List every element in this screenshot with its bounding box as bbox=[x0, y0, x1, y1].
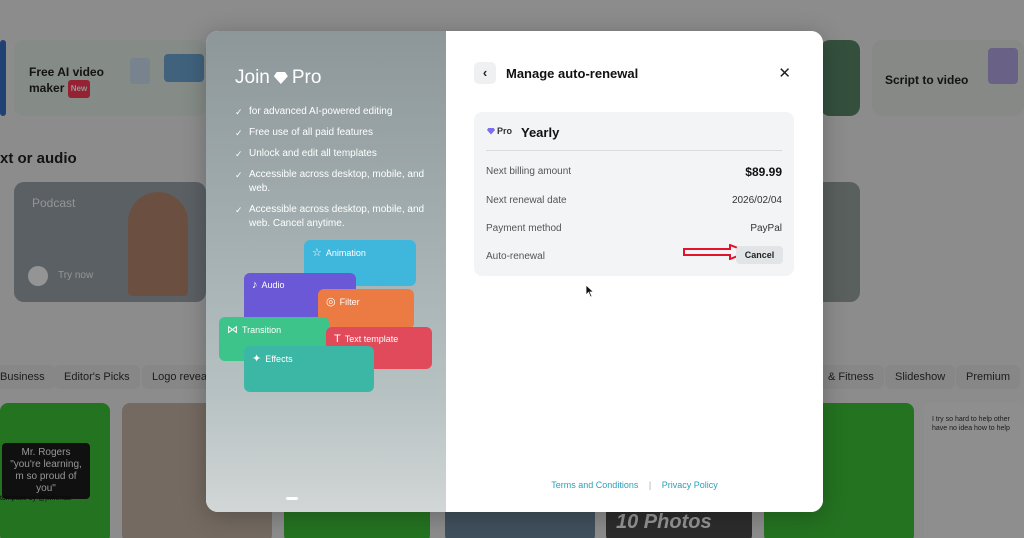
check-icon: ✓ bbox=[235, 149, 243, 159]
billing-amount-label: Next billing amount bbox=[486, 166, 572, 177]
renewal-date-value: 2026/02/04 bbox=[731, 195, 782, 206]
close-icon: ✕ bbox=[778, 65, 791, 82]
pro-badge: Pro bbox=[487, 126, 512, 136]
feature-item: ✓ Free use of all paid features bbox=[235, 127, 373, 138]
modal-footer: Terms and Conditions | Privacy Policy bbox=[446, 480, 823, 490]
auto-renewal-label: Auto-renewal bbox=[486, 251, 545, 262]
transition-icon: ⋈ bbox=[227, 324, 238, 336]
billing-amount-value: $89.99 bbox=[745, 165, 782, 179]
animation-icon: ☆ bbox=[312, 247, 322, 259]
divider bbox=[486, 150, 782, 151]
sparkle-icon: ✦ bbox=[252, 353, 262, 365]
join-label: Join bbox=[235, 67, 270, 88]
modal-title: Manage auto-renewal bbox=[506, 66, 639, 81]
payment-method-label: Payment method bbox=[486, 223, 562, 234]
tile-effects: ✦ Effects bbox=[244, 346, 374, 392]
manage-panel: ‹ Manage auto-renewal ✕ Pro Yearly Next … bbox=[446, 31, 823, 512]
diamond-icon bbox=[487, 127, 495, 135]
feature-item: ✓ Accessible across desktop, mobile, and … bbox=[235, 169, 425, 194]
filter-icon: ◎ bbox=[326, 296, 336, 308]
pro-promo-panel: Join Pro ✓ for advanced AI-powered editin… bbox=[206, 31, 446, 512]
check-icon: ✓ bbox=[235, 128, 243, 138]
feature-item: ✓ Unlock and edit all templates bbox=[235, 148, 377, 159]
close-button[interactable]: ✕ bbox=[778, 64, 791, 82]
check-icon: ✓ bbox=[235, 205, 243, 215]
chevron-left-icon: ‹ bbox=[482, 65, 488, 80]
pro-label: Pro bbox=[291, 67, 322, 88]
mouse-cursor-icon bbox=[585, 284, 595, 298]
feature-item: ✓ Accessible across desktop, mobile, and … bbox=[235, 204, 425, 229]
cancel-auto-renewal-button[interactable]: Cancel bbox=[736, 246, 783, 264]
back-button[interactable]: ‹ bbox=[474, 62, 496, 84]
subscription-details: Pro Yearly Next billing amount $89.99 Ne… bbox=[474, 112, 794, 276]
payment-method-value: PayPal bbox=[750, 223, 782, 234]
music-icon: ♪ bbox=[252, 279, 258, 291]
join-pro-heading: Join Pro bbox=[235, 67, 321, 89]
terms-link[interactable]: Terms and Conditions bbox=[551, 480, 638, 490]
carousel-indicator[interactable] bbox=[286, 497, 298, 500]
footer-separator: | bbox=[648, 480, 652, 490]
renewal-date-label: Next renewal date bbox=[486, 195, 567, 206]
check-icon: ✓ bbox=[235, 170, 243, 180]
diamond-icon bbox=[273, 72, 288, 84]
plan-name: Yearly bbox=[521, 125, 560, 140]
tile-filter: ◎ Filter bbox=[318, 289, 414, 329]
check-icon: ✓ bbox=[235, 107, 243, 117]
text-icon: T bbox=[334, 333, 341, 345]
feature-item: ✓ for advanced AI-powered editing bbox=[235, 106, 393, 117]
manage-auto-renewal-modal: Join Pro ✓ for advanced AI-powered editin… bbox=[206, 31, 823, 512]
privacy-link[interactable]: Privacy Policy bbox=[662, 480, 718, 490]
